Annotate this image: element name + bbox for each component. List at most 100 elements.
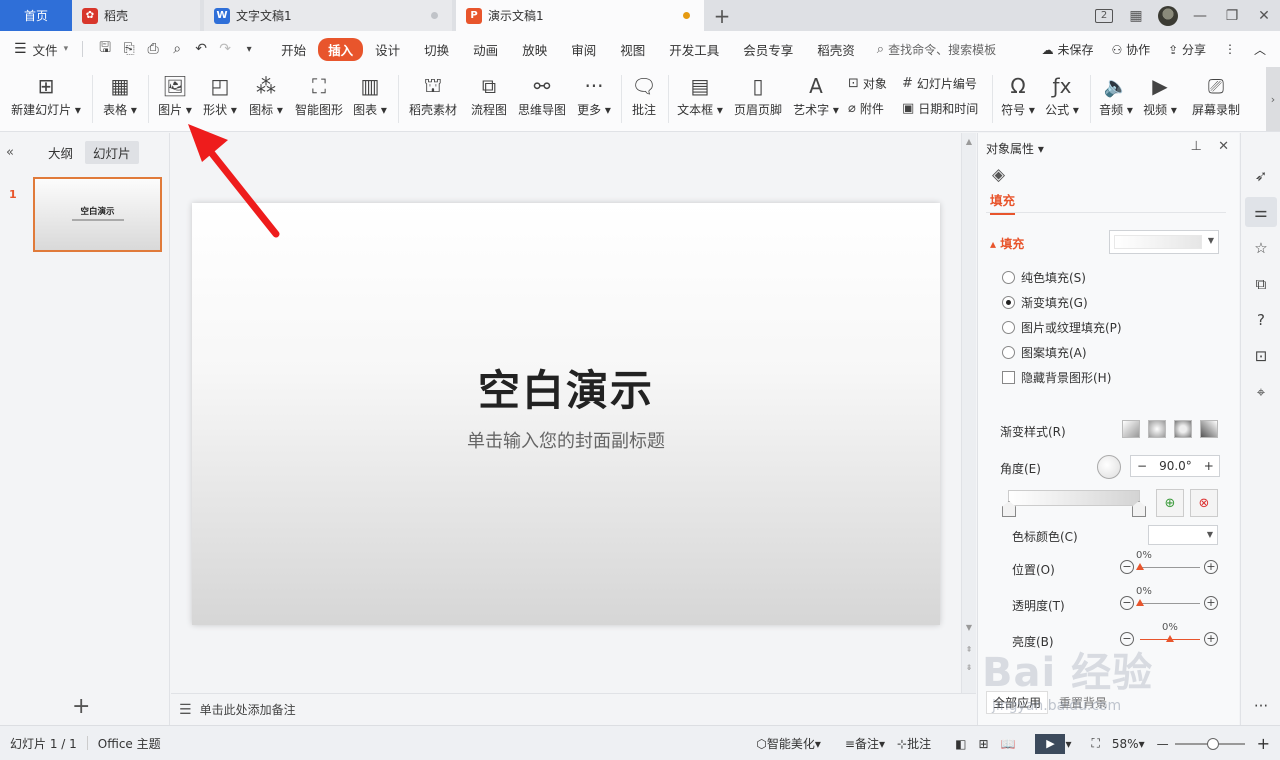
outline-tab[interactable]: 大纲 — [40, 141, 81, 164]
properties-sliders-icon[interactable]: ⚌ — [1245, 197, 1277, 227]
canvas-scrollbar[interactable]: ▲ ▼ ⇞ ⇟ — [961, 133, 976, 693]
radio-gradient-fill[interactable]: 渐变填充(G) — [1002, 294, 1088, 311]
print-icon[interactable]: ⎙ — [141, 41, 165, 57]
tab-developer[interactable]: 开发工具 — [657, 40, 731, 59]
save-icon[interactable]: 🖫 — [93, 37, 117, 61]
increment-button[interactable]: + — [1198, 459, 1220, 473]
rocket-icon[interactable]: ➶ — [1245, 161, 1277, 191]
position-slider[interactable]: − 0% + — [1120, 550, 1220, 578]
fit-window-icon[interactable]: ⛶ — [1091, 736, 1099, 751]
star-icon[interactable]: ☆ — [1245, 233, 1277, 263]
tab-home[interactable]: 首页 — [0, 0, 72, 31]
share-button[interactable]: ⇪ 分享 — [1168, 41, 1206, 58]
collapse-panel-icon[interactable]: « — [6, 145, 20, 160]
reading-view-icon[interactable]: 📖 — [1001, 737, 1016, 751]
add-stop-button[interactable]: ⊕ — [1156, 489, 1184, 517]
shape-button[interactable]: ◰ 形状 ▾ — [200, 71, 240, 127]
tab-view[interactable]: 视图 — [608, 40, 657, 59]
next-slide-icon[interactable]: ⇟ — [964, 663, 974, 672]
slide[interactable]: 空白演示 单击输入您的封面副标题 — [192, 203, 940, 625]
slide-subtitle[interactable]: 单击输入您的封面副标题 — [192, 427, 940, 453]
object-button[interactable]: ⊡ 对象 — [848, 73, 887, 93]
ribbon-scroll-right[interactable]: › — [1266, 67, 1280, 131]
transparency-slider[interactable]: − 0% + — [1120, 586, 1220, 614]
comment-button[interactable]: 🗨 批注 — [628, 71, 660, 127]
plus-icon[interactable]: + — [1204, 560, 1218, 574]
tab-review[interactable]: 审阅 — [559, 40, 608, 59]
symbol-button[interactable]: Ω 符号 ▾ — [998, 71, 1038, 127]
tab-slideshow[interactable]: 放映 — [510, 40, 559, 59]
slider-thumb[interactable] — [1136, 563, 1144, 570]
video-button[interactable]: ▶ 视频 ▾ — [1140, 71, 1180, 127]
tab-animation[interactable]: 动画 — [461, 40, 510, 59]
docer-material-button[interactable]: ⛫ 稻壳素材 — [405, 71, 461, 127]
help-icon[interactable]: ? — [1245, 305, 1277, 335]
mindmap-button[interactable]: ⚯ 思维导图 — [516, 71, 568, 127]
zoom-out-icon[interactable]: — — [1157, 737, 1169, 751]
window-count-badge[interactable]: 2 — [1095, 8, 1113, 23]
datetime-button[interactable]: ▣ 日期和时间 — [902, 98, 978, 118]
fill-preset-dropdown[interactable]: ▼ — [1109, 230, 1219, 254]
unsaved-button[interactable]: ☁ 未保存 — [1042, 41, 1094, 58]
sorter-view-icon[interactable]: ⊞ — [978, 737, 988, 751]
gradient-bar[interactable] — [1008, 490, 1140, 506]
tab-insert[interactable]: 插入 — [318, 37, 364, 61]
pin-icon[interactable]: ⊥ — [1191, 139, 1202, 154]
audio-button[interactable]: 🔈 音频 ▾ — [1096, 71, 1136, 127]
angle-dial[interactable] — [1097, 455, 1121, 479]
redo-icon[interactable]: ↷ — [213, 41, 237, 57]
collab-button[interactable]: ⚇ 协作 — [1112, 41, 1151, 58]
picture-button[interactable]: 🖼 图片 ▾ — [155, 71, 195, 127]
zoom-slider[interactable] — [1174, 737, 1245, 750]
gradient-rect-option[interactable] — [1174, 420, 1192, 438]
image-edit-icon[interactable]: ⊡ — [1245, 341, 1277, 371]
screen-record-button[interactable]: ⎚ 屏幕录制 — [1188, 71, 1244, 127]
tab-unsaved-dot[interactable] — [683, 12, 690, 19]
minus-icon[interactable]: − — [1120, 596, 1134, 610]
slides-tab[interactable]: 幻灯片 — [85, 140, 139, 164]
tab-start[interactable]: 开始 — [269, 40, 318, 59]
icon-button[interactable]: ⁂ 图标 ▾ — [246, 71, 286, 127]
notes-toggle-button[interactable]: ≡ 备注 ▾ — [845, 735, 885, 752]
minus-icon[interactable]: − — [1120, 560, 1134, 574]
scroll-down-icon[interactable]: ▼ — [964, 623, 974, 632]
zoom-level[interactable]: 58% ▾ — [1112, 737, 1145, 751]
slide-thumbnail[interactable]: 空白演示 — [33, 177, 162, 252]
tab-presentation[interactable]: P 演示文稿1 — [456, 0, 704, 31]
tab-word-doc[interactable]: W 文字文稿1 — [204, 0, 452, 31]
comment-toggle-button[interactable]: ⊹ 批注 — [897, 735, 931, 752]
header-footer-button[interactable]: ▯ 页眉页脚 — [732, 71, 784, 127]
angle-stepper[interactable]: − 90.0° + — [1130, 455, 1220, 477]
radio-picture-fill[interactable]: 图片或纹理填充(P) — [1002, 319, 1122, 336]
avatar[interactable] — [1158, 5, 1178, 26]
remove-stop-button[interactable]: ⊗ — [1190, 489, 1218, 517]
scroll-up-icon[interactable]: ▲ — [964, 137, 974, 146]
prev-slide-icon[interactable]: ⇞ — [964, 645, 974, 654]
wordart-button[interactable]: A 艺术字 ▾ — [790, 71, 842, 127]
hide-bg-checkbox[interactable]: 隐藏背景图形(H) — [1002, 369, 1111, 386]
new-slide-button[interactable]: ⊞ 新建幻灯片 ▾ — [10, 71, 82, 127]
fill-section-toggle[interactable]: ▴ 填充 — [990, 235, 1024, 252]
grid-icon[interactable]: ▦ — [1120, 0, 1152, 31]
normal-view-icon[interactable]: ◧ — [955, 737, 966, 751]
tab-docer-resources[interactable]: 稻壳资 — [805, 40, 867, 59]
beautify-button[interactable]: ⬡ 智能美化 ▾ — [756, 735, 821, 752]
restore-icon[interactable]: ❐ — [1216, 0, 1248, 31]
customize-icon[interactable]: ▾ — [237, 44, 261, 55]
attachment-button[interactable]: ⌀ 附件 — [848, 98, 884, 118]
file-menu[interactable]: ☰ 文件 ▾ — [0, 31, 76, 67]
slider-thumb[interactable] — [1136, 599, 1144, 606]
tab-member[interactable]: 会员专享 — [731, 40, 805, 59]
slide-number-button[interactable]: # 幻灯片编号 — [902, 73, 977, 93]
play-slideshow-button[interactable]: ▶ ▾ — [1035, 733, 1071, 754]
decrement-button[interactable]: − — [1131, 459, 1153, 473]
tab-transition[interactable]: 切换 — [412, 40, 461, 59]
textbox-button[interactable]: ▤ 文本框 ▾ — [675, 71, 725, 127]
print-preview-icon[interactable]: ⌕ — [165, 41, 189, 57]
location-icon[interactable]: ⌖ — [1245, 377, 1277, 407]
tab-design[interactable]: 设计 — [363, 40, 412, 59]
undo-icon[interactable]: ↶ — [189, 41, 213, 57]
close-icon[interactable]: ✕ — [1248, 0, 1280, 31]
radio-pattern-fill[interactable]: 图案填充(A) — [1002, 344, 1087, 361]
gradient-path-option[interactable] — [1200, 420, 1218, 438]
